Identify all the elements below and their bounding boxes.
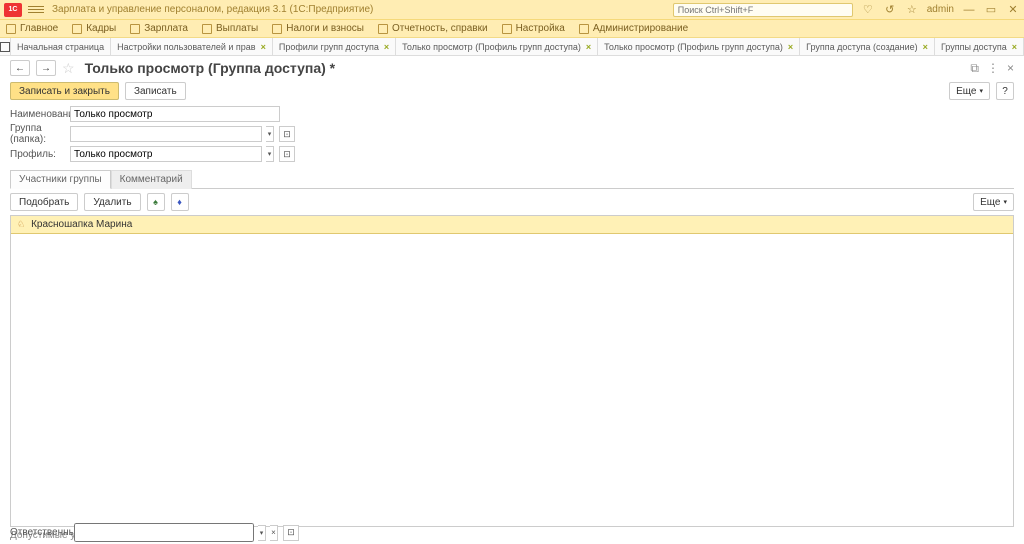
menu-icon	[272, 24, 282, 34]
chevron-down-icon: ▾	[979, 87, 983, 95]
nav-back-button[interactable]: ←	[10, 60, 30, 76]
table-row[interactable]: ♘ Красношапка Марина	[11, 216, 1013, 234]
profile-dropdown-button[interactable]: ▾	[266, 146, 274, 162]
menu-icon	[202, 24, 212, 34]
pick-button[interactable]: Подобрать	[10, 193, 78, 211]
group-label: Группа (папка):	[10, 123, 66, 145]
profile-lookup-button[interactable]: ⊡	[279, 146, 295, 162]
list-more-button[interactable]: Еще▾	[973, 193, 1014, 211]
menu-icon	[378, 24, 388, 34]
menu-icon	[579, 24, 589, 34]
user-label[interactable]: admin	[927, 4, 954, 15]
responsible-lookup-button[interactable]: ⊡	[283, 525, 299, 541]
menu-zarplata[interactable]: Зарплата	[130, 23, 188, 34]
group-dropdown-button[interactable]: ▾	[266, 126, 274, 142]
name-input[interactable]	[70, 106, 280, 122]
nav-forward-button[interactable]: →	[36, 60, 56, 76]
history-icon[interactable]: ↺	[883, 3, 897, 17]
bottom-row: Ответственный: ▾ × ⊡	[0, 523, 1024, 542]
menu-icon	[502, 24, 512, 34]
close-page-icon[interactable]: ×	[1007, 61, 1014, 76]
group-lookup-button[interactable]: ⊡	[279, 126, 295, 142]
tab-profile-readonly-2[interactable]: Только просмотр (Профиль групп доступа)×	[598, 38, 800, 55]
home-icon	[0, 42, 10, 52]
home-tab[interactable]	[0, 38, 11, 55]
list-toolbar: Подобрать Удалить ♠ ♦ Еще▾	[0, 189, 1024, 215]
menu-nastroika[interactable]: Настройка	[502, 23, 565, 34]
profile-label: Профиль:	[10, 149, 66, 160]
minimize-icon[interactable]: —	[962, 3, 976, 17]
bell-icon[interactable]: ♡	[861, 3, 875, 17]
global-search-input[interactable]	[673, 3, 853, 17]
responsible-label: Ответственный:	[10, 527, 70, 538]
move-down-button[interactable]: ♦	[171, 193, 189, 211]
group-input[interactable]	[70, 126, 262, 142]
tab-bar: Начальная страница Настройки пользовател…	[0, 38, 1024, 56]
tab-user-settings[interactable]: Настройки пользователей и прав×	[111, 38, 273, 55]
profile-input[interactable]	[70, 146, 262, 162]
subtab-comment[interactable]: Комментарий	[111, 170, 192, 189]
logo-1c: 1C	[4, 3, 22, 17]
menu-nalogi[interactable]: Налоги и взносы	[272, 23, 364, 34]
favorite-toggle[interactable]: ☆	[62, 60, 75, 77]
move-up-button[interactable]: ♠	[147, 193, 165, 211]
page-header: ← → ☆ Только просмотр (Группа доступа) *…	[0, 56, 1024, 80]
close-icon[interactable]: ×	[923, 42, 928, 52]
user-icon: ♘	[17, 219, 25, 230]
save-button[interactable]: Записать	[125, 82, 186, 100]
close-window-icon[interactable]: ✕	[1006, 3, 1020, 17]
form-toolbar: Записать и закрыть Записать Еще▾ ?	[0, 80, 1024, 102]
tab-profiles[interactable]: Профили групп доступа×	[273, 38, 396, 55]
responsible-dropdown-button[interactable]: ▾	[258, 525, 266, 541]
member-name: Красношапка Марина	[31, 219, 132, 230]
sub-tabs: Участники группы Комментарий	[10, 170, 1014, 189]
close-icon[interactable]: ×	[261, 42, 266, 52]
tab-start-page[interactable]: Начальная страница	[11, 38, 111, 55]
main-menu-bar: Главное Кадры Зарплата Выплаты Налоги и …	[0, 20, 1024, 38]
menu-icon	[6, 24, 16, 34]
close-icon[interactable]: ×	[384, 42, 389, 52]
more-button[interactable]: Еще▾	[949, 82, 990, 100]
form-area: Наименование: Группа (папка): ▾ ⊡ Профил…	[0, 102, 1024, 166]
star-icon[interactable]: ☆	[905, 3, 919, 17]
menu-icon	[72, 24, 82, 34]
kebab-menu-icon[interactable]: ⋮	[987, 61, 999, 76]
grid-blank-area[interactable]	[11, 234, 1013, 526]
menu-admin[interactable]: Администрирование	[579, 23, 688, 34]
responsible-clear-button[interactable]: ×	[270, 525, 278, 541]
menu-main[interactable]: Главное	[6, 23, 58, 34]
open-external-icon[interactable]: ⧉	[970, 61, 979, 76]
close-icon[interactable]: ×	[1012, 42, 1017, 52]
menu-icon	[130, 24, 140, 34]
delete-button[interactable]: Удалить	[84, 193, 140, 211]
name-label: Наименование:	[10, 109, 66, 120]
help-button[interactable]: ?	[996, 82, 1014, 100]
tab-access-group-create[interactable]: Группа доступа (создание)×	[800, 38, 935, 55]
chevron-down-icon: ▾	[1003, 198, 1007, 206]
members-grid[interactable]: ♘ Красношапка Марина	[10, 215, 1014, 527]
menu-otchetnost[interactable]: Отчетность, справки	[378, 23, 488, 34]
tab-profile-readonly-1[interactable]: Только просмотр (Профиль групп доступа)×	[396, 38, 598, 55]
responsible-input[interactable]	[74, 523, 254, 542]
page-title: Только просмотр (Группа доступа) *	[85, 60, 336, 76]
menu-kadry[interactable]: Кадры	[72, 23, 116, 34]
restore-icon[interactable]: ▭	[984, 3, 998, 17]
title-bar: 1C Зарплата и управление персоналом, ред…	[0, 0, 1024, 20]
burger-icon[interactable]	[28, 2, 44, 18]
app-title: Зарплата и управление персоналом, редакц…	[52, 4, 373, 15]
save-close-button[interactable]: Записать и закрыть	[10, 82, 119, 100]
subtab-members[interactable]: Участники группы	[10, 170, 111, 189]
tab-access-groups[interactable]: Группы доступа×	[935, 38, 1024, 55]
menu-vyplaty[interactable]: Выплаты	[202, 23, 258, 34]
close-icon[interactable]: ×	[586, 42, 591, 52]
close-icon[interactable]: ×	[788, 42, 793, 52]
